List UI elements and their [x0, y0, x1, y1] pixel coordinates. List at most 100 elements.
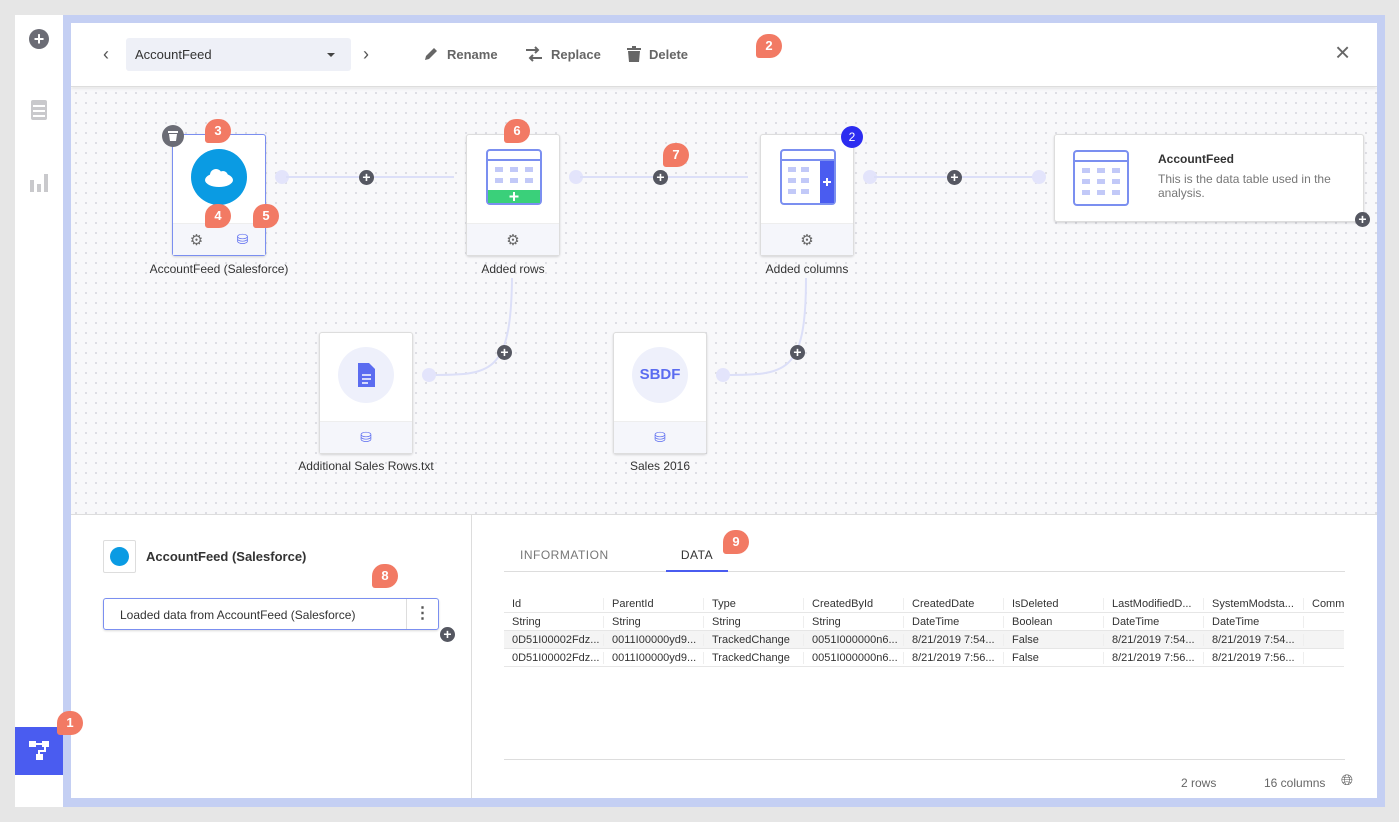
add-step-button[interactable]: + — [440, 627, 455, 642]
table-cell: SystemModsta... — [1204, 597, 1304, 610]
callout-badge: 8 — [372, 564, 398, 588]
step-item[interactable]: Loaded data from AccountFeed (Salesforce… — [103, 598, 439, 630]
table-row: 0D51I00002Fdz... 0011I00000yd9... TrackedC… — [504, 649, 1344, 667]
node-label: Additional Sales Rows.txt — [298, 459, 434, 473]
header: ‹ AccountFeed › Rename Replace Delete 2 … — [71, 23, 1377, 87]
tabs: INFORMATION DATA — [504, 535, 1345, 572]
table-cell: 8/21/2019 7:56... — [1204, 651, 1304, 664]
table-cell: String — [504, 615, 604, 628]
table-cell: 0D51I00002Fdz... — [504, 651, 604, 664]
gear-icon[interactable]: ⚙ — [190, 231, 203, 249]
result-table-card[interactable]: AccountFeed This is the data table used … — [1054, 134, 1364, 222]
replace-icon — [526, 46, 542, 62]
count-badge: 2 — [841, 126, 863, 148]
table-cell: DateTime — [904, 615, 1004, 628]
text-file-icon — [338, 347, 394, 403]
caret-down-icon — [327, 53, 335, 61]
data-canvas-panel: ‹ AccountFeed › Rename Replace Delete 2 … — [71, 23, 1377, 798]
database-icon[interactable]: ⛁ — [360, 429, 372, 446]
table-cell: LastModifiedD... — [1104, 597, 1204, 610]
table-cell: IsDeleted — [1004, 597, 1104, 610]
table-cell: False — [1004, 633, 1104, 646]
table-cell: ParentId — [604, 597, 704, 610]
row-count: 2 rows — [1181, 776, 1217, 790]
source-select[interactable]: AccountFeed — [126, 38, 351, 71]
document-icon[interactable] — [31, 100, 47, 120]
callout-badge: 5 — [253, 204, 279, 228]
tab-information[interactable]: INFORMATION — [520, 548, 609, 562]
rename-label: Rename — [447, 46, 498, 62]
add-columns-icon — [780, 149, 836, 205]
pencil-icon — [425, 48, 437, 60]
connector-dot — [716, 368, 730, 382]
data-canvas-button[interactable] — [15, 727, 63, 775]
table-cell: 8/21/2019 7:54... — [1204, 633, 1304, 646]
data-table-icon — [1073, 150, 1129, 206]
callout-badge: 2 — [756, 34, 782, 58]
table-cell: 0011I00000yd9... — [604, 633, 704, 646]
database-icon[interactable]: ⛁ — [237, 231, 249, 248]
rename-button[interactable]: Rename — [423, 46, 498, 62]
table-cell: Boolean — [1004, 615, 1104, 628]
table-cell: 8/21/2019 7:56... — [904, 651, 1004, 664]
table-cell: 8/21/2019 7:54... — [1104, 633, 1204, 646]
tab-data[interactable]: DATA — [666, 548, 728, 572]
table-cell: 0051I000000n6... — [804, 651, 904, 664]
add-output-button[interactable]: + — [1355, 212, 1370, 227]
gear-icon[interactable]: ⚙ — [800, 231, 813, 249]
replace-button[interactable]: Replace — [525, 46, 601, 62]
node-sales-2016[interactable]: SBDF ⛁ — [613, 332, 707, 454]
table-cell: 8/21/2019 7:56... — [1104, 651, 1204, 664]
table-cell: CreatedDate — [904, 597, 1004, 610]
close-icon[interactable]: × — [1335, 37, 1350, 68]
flow-canvas: + + + + + ⚙ ⛁ 3 4 5 AccountFeed (Salesfo… — [71, 88, 1377, 515]
delete-node-icon[interactable] — [162, 125, 184, 147]
table-cell: CreatedById — [804, 597, 904, 610]
table-cell: 8/21/2019 7:54... — [904, 633, 1004, 646]
next-button[interactable]: › — [363, 44, 369, 65]
table-header-row: Id ParentId Type CreatedById CreatedDate IsDe… — [504, 595, 1344, 613]
table-footer — [504, 759, 1345, 760]
data-canvas-icon — [29, 741, 49, 760]
globe-icon[interactable]: 🌐︎ — [1341, 772, 1353, 789]
table-cell: DateTime — [1104, 615, 1204, 628]
sidebar: + 1 — [15, 15, 83, 807]
node-additional-sales-rows[interactable]: ⛁ — [319, 332, 413, 454]
node-added-rows[interactable]: ⚙ — [466, 134, 560, 256]
callout-badge: 7 — [663, 143, 689, 167]
previous-button[interactable]: ‹ — [103, 44, 109, 65]
node-accountfeed-salesforce[interactable]: ⚙ ⛁ — [172, 134, 266, 256]
table-cell: 0051I000000n6... — [804, 633, 904, 646]
table-cell: String — [604, 615, 704, 628]
callout-badge: 1 — [57, 711, 83, 735]
salesforce-cloud-icon — [191, 149, 247, 205]
node-label: AccountFeed (Salesforce) — [149, 262, 289, 276]
table-cell: TrackedChange — [704, 651, 804, 664]
more-options-icon[interactable]: ⋮ — [406, 599, 438, 629]
table-cell: 0D51I00002Fdz... — [504, 633, 604, 646]
insert-step-button[interactable]: + — [497, 345, 512, 360]
callout-badge: 9 — [723, 530, 749, 554]
step-label: Loaded data from AccountFeed (Salesforce… — [120, 608, 356, 622]
callout-badge: 4 — [205, 204, 231, 228]
callout-badge: 3 — [205, 119, 231, 143]
delete-button[interactable]: Delete — [627, 46, 688, 62]
column-count: 16 columns — [1264, 776, 1326, 790]
gear-icon[interactable]: ⚙ — [506, 231, 519, 249]
source-select-value: AccountFeed — [135, 47, 212, 62]
add-icon[interactable]: + — [29, 29, 49, 49]
table-type-row: String String String String DateTime Boolean D… — [504, 613, 1344, 631]
data-pane: INFORMATION DATA 9 Id ParentId Type Created… — [472, 515, 1377, 798]
delete-label: Delete — [649, 46, 689, 62]
bar-chart-icon[interactable] — [30, 172, 48, 192]
replace-label: Replace — [551, 46, 601, 62]
node-label: Added columns — [765, 262, 849, 276]
node-label: Added rows — [481, 262, 545, 276]
node-details-pane: AccountFeed (Salesforce) 8 Loaded data f… — [71, 515, 472, 798]
insert-step-button[interactable]: + — [790, 345, 805, 360]
database-icon[interactable]: ⛁ — [654, 429, 666, 446]
details-title: AccountFeed (Salesforce) — [146, 549, 307, 564]
table-cell: String — [704, 615, 804, 628]
node-added-columns[interactable]: ⚙ — [760, 134, 854, 256]
table-cell: TrackedChange — [704, 633, 804, 646]
